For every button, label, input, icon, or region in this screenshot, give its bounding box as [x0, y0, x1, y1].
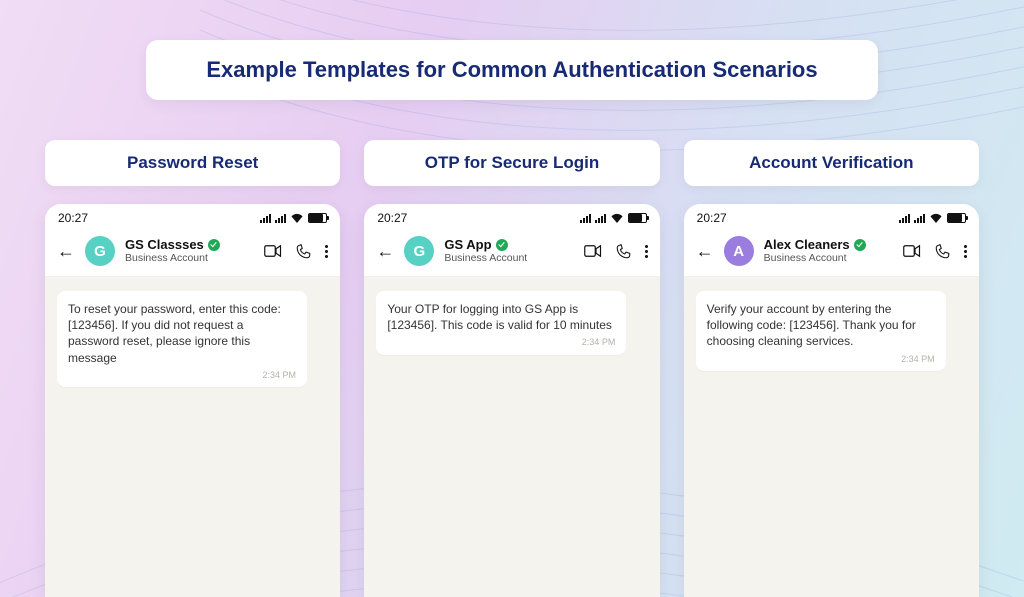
- message-time: 2:34 PM: [68, 369, 296, 381]
- video-call-icon[interactable]: [264, 244, 282, 258]
- voice-call-icon[interactable]: [935, 244, 950, 259]
- battery-icon: [947, 213, 966, 223]
- chat-name: GS Classses: [125, 238, 204, 252]
- message-text: Verify your account by entering the foll…: [707, 301, 935, 350]
- chat-header: ← G GS App Business Account: [364, 230, 659, 277]
- message-bubble: Verify your account by entering the foll…: [696, 291, 946, 371]
- message-bubble: To reset your password, enter this code:…: [57, 291, 307, 387]
- signal-icon: [595, 214, 606, 223]
- card-heading-otp-login: OTP for Secure Login: [364, 140, 659, 186]
- status-time: 20:27: [377, 211, 407, 225]
- wifi-icon: [290, 213, 304, 223]
- signal-icon: [914, 214, 925, 223]
- chat-name: Alex Cleaners: [764, 238, 850, 252]
- message-text: To reset your password, enter this code:…: [68, 301, 296, 366]
- back-icon[interactable]: ←: [696, 241, 714, 262]
- verified-badge-icon: [854, 239, 866, 251]
- phone-mock-otp-login: 20:27 ← G GS App: [364, 204, 659, 597]
- battery-icon: [628, 213, 647, 223]
- more-menu-icon[interactable]: [645, 245, 648, 258]
- signal-icon: [580, 214, 591, 223]
- chat-title-block[interactable]: Alex Cleaners Business Account: [764, 238, 893, 265]
- avatar[interactable]: G: [404, 236, 434, 266]
- chat-subtext: Business Account: [764, 253, 893, 265]
- chat-name: GS App: [444, 238, 491, 252]
- message-time: 2:34 PM: [707, 353, 935, 365]
- chat-body: To reset your password, enter this code:…: [45, 277, 340, 597]
- back-icon[interactable]: ←: [376, 241, 394, 262]
- page-title: Example Templates for Common Authenticat…: [146, 40, 877, 100]
- voice-call-icon[interactable]: [296, 244, 311, 259]
- chat-header: ← A Alex Cleaners Business Account: [684, 230, 979, 277]
- chat-header: ← G GS Classses Business Account: [45, 230, 340, 277]
- video-call-icon[interactable]: [584, 244, 602, 258]
- card-heading-password-reset: Password Reset: [45, 140, 340, 186]
- signal-icon: [260, 214, 271, 223]
- phone-mock-account-verification: 20:27 ← A Alex Cleaners: [684, 204, 979, 597]
- chat-body: Your OTP for logging into GS App is [123…: [364, 277, 659, 597]
- status-bar: 20:27: [684, 204, 979, 230]
- chat-subtext: Business Account: [125, 253, 254, 265]
- message-bubble: Your OTP for logging into GS App is [123…: [376, 291, 626, 355]
- verified-badge-icon: [496, 239, 508, 251]
- wifi-icon: [610, 213, 624, 223]
- wifi-icon: [929, 213, 943, 223]
- status-icons: [580, 213, 647, 223]
- avatar[interactable]: G: [85, 236, 115, 266]
- chat-body: Verify your account by entering the foll…: [684, 277, 979, 597]
- status-bar: 20:27: [45, 204, 340, 230]
- verified-badge-icon: [208, 239, 220, 251]
- chat-subtext: Business Account: [444, 253, 573, 265]
- battery-icon: [308, 213, 327, 223]
- status-time: 20:27: [697, 211, 727, 225]
- voice-call-icon[interactable]: [616, 244, 631, 259]
- status-icons: [260, 213, 327, 223]
- signal-icon: [275, 214, 286, 223]
- chat-title-block[interactable]: GS Classses Business Account: [125, 238, 254, 265]
- status-icons: [899, 213, 966, 223]
- message-time: 2:34 PM: [387, 336, 615, 348]
- more-menu-icon[interactable]: [325, 245, 328, 258]
- message-text: Your OTP for logging into GS App is [123…: [387, 301, 615, 333]
- card-heading-account-verification: Account Verification: [684, 140, 979, 186]
- avatar[interactable]: A: [724, 236, 754, 266]
- more-menu-icon[interactable]: [964, 245, 967, 258]
- back-icon[interactable]: ←: [57, 241, 75, 262]
- signal-icon: [899, 214, 910, 223]
- status-time: 20:27: [58, 211, 88, 225]
- video-call-icon[interactable]: [903, 244, 921, 258]
- phone-mock-password-reset: 20:27 ← G GS Classses: [45, 204, 340, 597]
- status-bar: 20:27: [364, 204, 659, 230]
- chat-title-block[interactable]: GS App Business Account: [444, 238, 573, 265]
